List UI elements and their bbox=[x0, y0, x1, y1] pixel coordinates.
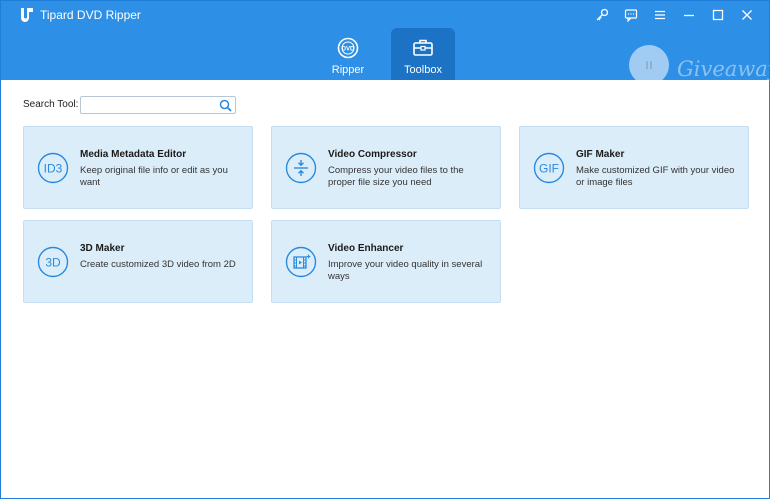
dvd-icon: DVD bbox=[337, 37, 359, 59]
search-box bbox=[80, 96, 236, 114]
tab-toolbox-label: Toolbox bbox=[404, 64, 442, 76]
tool-description: Create customized 3D video from 2D bbox=[80, 259, 236, 270]
tool-description: Compress your video files to the proper … bbox=[328, 165, 464, 188]
maximize-icon[interactable] bbox=[703, 5, 732, 25]
app-title: Tipard DVD Ripper bbox=[40, 8, 141, 22]
app-window: Tipard DVD Ripper DVD Ripper Toolbox Giv… bbox=[0, 0, 770, 499]
tool-title: GIF Maker bbox=[576, 149, 625, 160]
key-icon[interactable] bbox=[587, 5, 616, 25]
watermark-text: Giveaway bbox=[677, 57, 770, 81]
feedback-icon[interactable] bbox=[616, 5, 645, 25]
gif-icon: GIF bbox=[533, 152, 565, 184]
tool-description: Improve your video quality in several wa… bbox=[328, 259, 483, 282]
id3-icon: ID3 bbox=[37, 152, 69, 184]
search-icon[interactable] bbox=[219, 99, 232, 112]
tool-title: 3D Maker bbox=[80, 243, 125, 254]
close-icon[interactable] bbox=[732, 5, 761, 25]
3d-icon: 3D bbox=[37, 246, 69, 278]
tool-title: Video Enhancer bbox=[328, 243, 404, 254]
tool-description: Make customized GIF with your video or i… bbox=[576, 165, 735, 188]
giveaway-watermark: Giveaway bbox=[629, 45, 770, 87]
enhance-icon bbox=[285, 246, 317, 278]
tool-card-video-compressor[interactable]: Video Compressor Compress your video fil… bbox=[271, 126, 501, 209]
tab-toolbox[interactable]: Toolbox bbox=[391, 28, 455, 80]
gif-icon-text: GIF bbox=[539, 162, 559, 176]
compress-icon bbox=[285, 152, 317, 184]
id3-icon-text: ID3 bbox=[44, 162, 63, 176]
tool-card-media-metadata-editor[interactable]: ID3 Media Metadata Editor Keep original … bbox=[23, 126, 253, 209]
app-logo-icon bbox=[21, 8, 33, 22]
window-controls bbox=[587, 5, 761, 25]
minimize-icon[interactable] bbox=[674, 5, 703, 25]
tab-ripper-label: Ripper bbox=[331, 64, 365, 76]
menu-icon[interactable] bbox=[645, 5, 674, 25]
search-label: Search Tool: bbox=[23, 99, 79, 110]
watermark-circle bbox=[629, 45, 669, 85]
3d-icon-text: 3D bbox=[45, 256, 61, 270]
search-input[interactable] bbox=[85, 98, 215, 112]
svg-text:DVD: DVD bbox=[342, 46, 355, 52]
toolbox-icon bbox=[413, 39, 433, 56]
tool-card-gif-maker[interactable]: GIF GIF Maker Make customized GIF with y… bbox=[519, 126, 749, 209]
tool-card-3d-maker[interactable]: 3D 3D Maker Create customized 3D video f… bbox=[23, 220, 253, 303]
tool-card-video-enhancer[interactable]: Video Enhancer Improve your video qualit… bbox=[271, 220, 501, 303]
tool-title: Media Metadata Editor bbox=[80, 149, 187, 160]
tool-title: Video Compressor bbox=[328, 149, 417, 160]
tool-description: Keep original file info or edit as you w… bbox=[80, 165, 228, 188]
tab-ripper[interactable]: DVD Ripper bbox=[316, 28, 380, 80]
